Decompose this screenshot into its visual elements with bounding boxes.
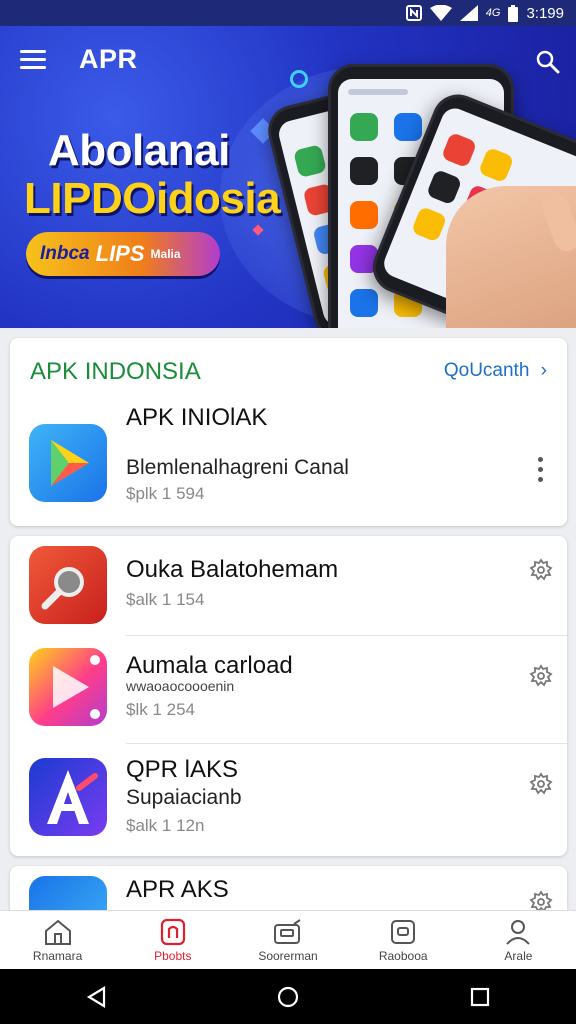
nav-label: Rnamara <box>32 948 83 963</box>
wifi-icon <box>429 5 452 21</box>
app-name: Ouka Balatohemam <box>126 556 339 583</box>
letter-a-icon <box>47 770 98 824</box>
section-see-more-link[interactable]: QoUcanth › <box>444 360 547 382</box>
app-icon <box>29 758 107 836</box>
banner-badge-text-3: Malia <box>150 247 181 261</box>
app-name: Aumala carload <box>126 652 293 679</box>
nav-item-profile[interactable]: Arale <box>461 911 576 969</box>
featured-section-card: APK INDONSIA QoUcanth › APK INIOlAK Blem… <box>10 338 567 526</box>
back-button[interactable] <box>76 977 116 1017</box>
featured-app-name[interactable]: APK INIOlAK <box>126 404 267 432</box>
battery-icon <box>508 4 519 22</box>
app-icon <box>29 546 107 624</box>
back-triangle-icon <box>86 985 106 1008</box>
app-list-card: Ouka Balatohemam $alk 1 154 Aumala carlo… <box>10 536 567 856</box>
person-icon <box>506 919 531 945</box>
nav-item-chat[interactable]: Raobooa <box>346 911 461 969</box>
recents-button[interactable] <box>460 977 500 1017</box>
app-name: APR AKS <box>126 876 229 903</box>
search-icon[interactable] <box>536 50 560 74</box>
list-divider <box>126 743 567 744</box>
play-store-icon <box>53 655 100 719</box>
app-meta: $alk 1 154 <box>126 590 205 609</box>
signal-icon <box>459 5 478 21</box>
app-meta: $lk 1 254 <box>126 700 195 719</box>
app-title: APR <box>79 44 138 74</box>
gear-icon[interactable] <box>529 664 553 688</box>
home-icon <box>44 919 71 945</box>
apps-icon <box>160 918 185 945</box>
featured-app-meta: $plk 1 594 <box>126 484 205 503</box>
section-title: APK INDONSIA <box>30 358 201 385</box>
network-label-icon: 4G <box>485 7 501 19</box>
banner-badge[interactable]: Inbca LIPS Malia <box>26 232 220 276</box>
app-name: QPR lAKS <box>126 756 239 783</box>
gear-icon[interactable] <box>529 772 553 796</box>
hero-banner[interactable]: APR Abolanai LIPDOidosia Inbca LIPS Mali… <box>0 26 576 328</box>
banner-badge-text-1: Inbca <box>40 243 90 264</box>
chevron-right-icon: › <box>540 360 547 381</box>
nav-label: Pbobts <box>154 948 192 963</box>
nfc-icon <box>405 5 422 21</box>
nav-label: Soorerman <box>258 948 318 963</box>
banner-badge-text-2: LIPS <box>95 241 145 266</box>
nav-label: Arale <box>504 948 533 963</box>
decorative-ring-icon <box>290 70 308 88</box>
section-link-label: QoUcanth <box>443 360 530 381</box>
nav-label: Raobooa <box>378 948 428 963</box>
play-store-icon <box>51 440 89 486</box>
bottom-navigation: Rnamara Pbobts Soorerman Raobooa Arale <box>0 910 576 969</box>
wrench-icon <box>41 567 84 610</box>
home-button[interactable] <box>268 977 308 1017</box>
app-subtitle: Supaiacianb <box>126 786 242 809</box>
status-bar: 4G 3:199 <box>0 0 576 26</box>
app-icon <box>29 648 107 726</box>
status-time: 3:199 <box>526 4 564 22</box>
app-subtitle: wwaoaocoooenin <box>126 678 235 694</box>
home-circle-icon <box>277 986 299 1007</box>
nav-item-home[interactable]: Rnamara <box>0 911 115 969</box>
menu-icon[interactable] <box>20 50 46 70</box>
gear-icon[interactable] <box>529 558 553 582</box>
app-meta: $alk 1 12n <box>126 816 205 835</box>
nav-item-wallet[interactable]: Soorerman <box>230 911 345 969</box>
wallet-icon <box>274 918 301 944</box>
featured-app-subtitle: Blemlenalhagreni Canal <box>126 456 349 479</box>
banner-headline-line1: Abolanai <box>48 126 230 175</box>
nav-item-apps[interactable]: Pbobts <box>115 911 230 969</box>
featured-app-icon[interactable] <box>29 424 107 502</box>
more-options-icon[interactable] <box>528 454 552 484</box>
list-divider <box>126 635 567 636</box>
recents-square-icon <box>470 987 490 1006</box>
banner-headline-line2: LIPDOidosia <box>24 174 281 223</box>
chat-icon <box>391 919 416 944</box>
system-navigation-bar <box>0 969 576 1024</box>
